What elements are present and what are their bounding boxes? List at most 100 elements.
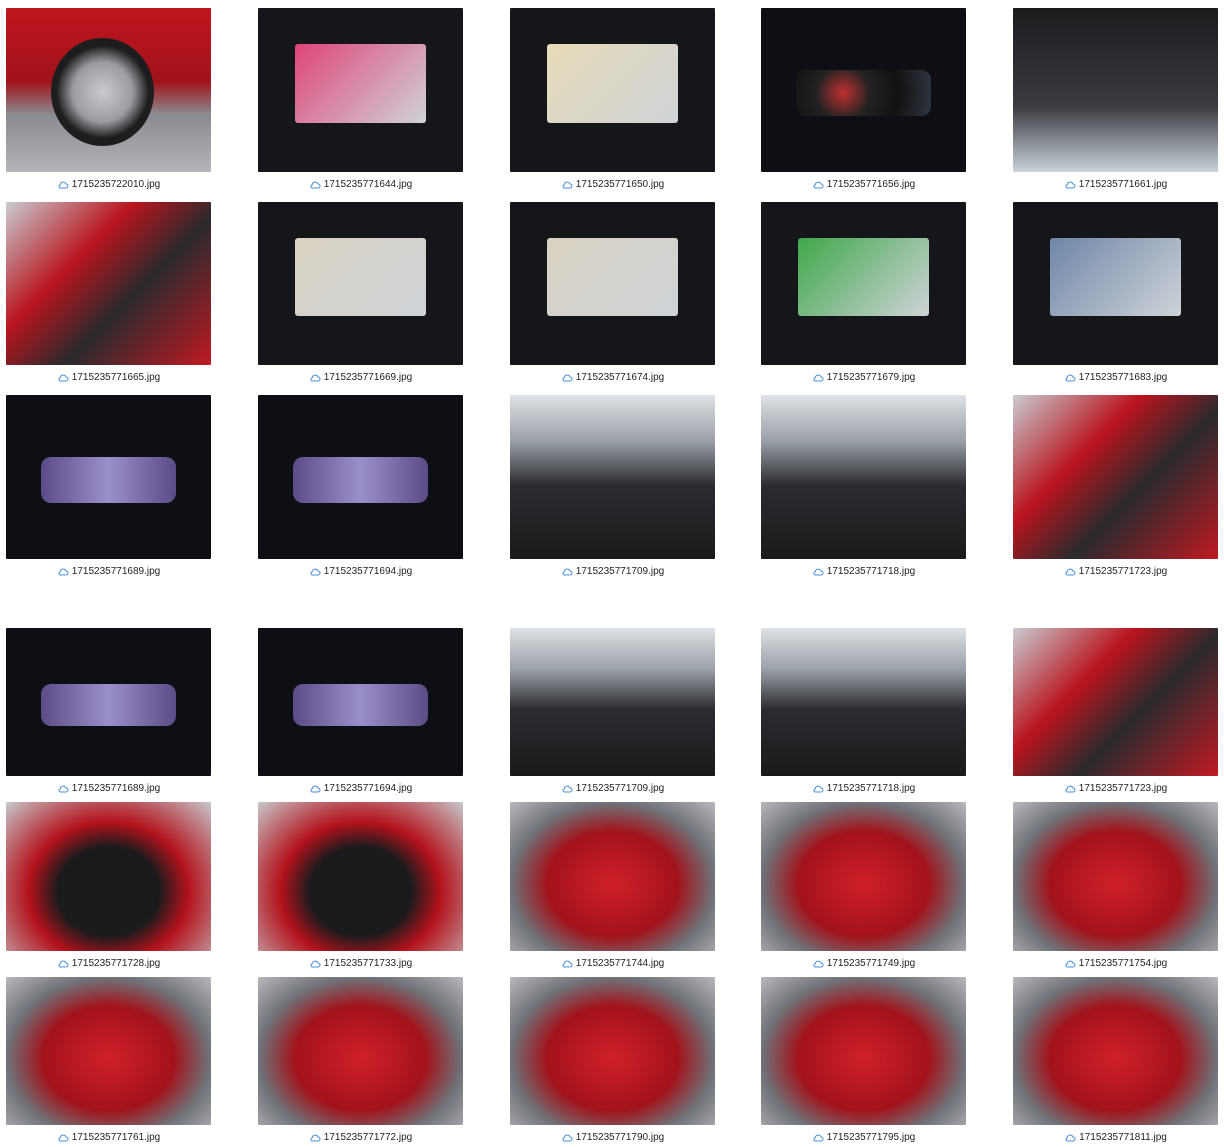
thumbnail-tile[interactable]: 1715235771723.jpg: [1013, 395, 1218, 581]
thumbnail-image[interactable]: [761, 202, 966, 365]
thumbnail-image[interactable]: [1013, 802, 1218, 951]
thumbnail-image[interactable]: [510, 802, 715, 951]
thumbnail-caption[interactable]: 1715235771811.jpg: [1013, 1132, 1218, 1143]
thumbnail-tile[interactable]: 1715235771754.jpg: [1013, 802, 1218, 973]
thumbnail-image[interactable]: [6, 202, 211, 365]
thumbnail-caption[interactable]: 1715235771694.jpg: [258, 783, 463, 794]
thumbnail-tile[interactable]: 1715235771728.jpg: [6, 802, 211, 973]
thumbnail-image[interactable]: [510, 977, 715, 1125]
thumbnail-caption[interactable]: 1715235771709.jpg: [510, 783, 715, 794]
thumbnail-image[interactable]: [1013, 395, 1218, 559]
thumbnail-caption[interactable]: 1715235771718.jpg: [761, 783, 966, 794]
thumbnail-tile[interactable]: 1715235771744.jpg: [510, 802, 715, 973]
thumbnail-image[interactable]: [510, 628, 715, 776]
thumbnail-tile[interactable]: 1715235771669.jpg: [258, 202, 463, 387]
thumbnail-caption[interactable]: 1715235771665.jpg: [6, 372, 211, 383]
thumbnail-caption[interactable]: 1715235771772.jpg: [258, 1132, 463, 1143]
thumbnail-tile[interactable]: 1715235771694.jpg: [258, 395, 463, 581]
thumbnail-tile[interactable]: 1715235771644.jpg: [258, 8, 463, 194]
thumbnail-tile[interactable]: 1715235771656.jpg: [761, 8, 966, 194]
thumbnail-caption[interactable]: 1715235771790.jpg: [510, 1132, 715, 1143]
thumbnail-caption[interactable]: 1715235771709.jpg: [510, 566, 715, 577]
thumbnail-tile[interactable]: 1715235771761.jpg: [6, 977, 211, 1147]
thumbnail-caption[interactable]: 1715235771674.jpg: [510, 372, 715, 383]
thumbnail-caption[interactable]: 1715235771723.jpg: [1013, 566, 1218, 577]
instrument-cluster-graphic: [40, 684, 177, 726]
thumbnail-caption[interactable]: 1715235771656.jpg: [761, 179, 966, 190]
thumbnail-caption[interactable]: 1715235771661.jpg: [1013, 179, 1218, 190]
thumbnail-image[interactable]: [258, 395, 463, 559]
thumbnail-image[interactable]: [1013, 8, 1218, 172]
thumbnail-image[interactable]: [258, 628, 463, 776]
file-name: 1715235771728.jpg: [71, 958, 161, 969]
thumbnail-image[interactable]: [1013, 977, 1218, 1125]
thumbnail-caption[interactable]: 1715235771795.jpg: [761, 1132, 966, 1143]
cloud-icon: [309, 1134, 321, 1142]
thumbnail-tile[interactable]: 1715235771709.jpg: [510, 628, 715, 798]
thumbnail-image[interactable]: [761, 628, 966, 776]
thumbnail-image[interactable]: [258, 202, 463, 365]
cloud-icon: [812, 181, 824, 189]
cloud-icon: [309, 960, 321, 968]
thumbnail-image[interactable]: [1013, 202, 1218, 365]
thumbnail-caption[interactable]: 1715235722010.jpg: [6, 179, 211, 190]
thumbnail-tile[interactable]: 1715235771689.jpg: [6, 395, 211, 581]
thumbnail-image[interactable]: [258, 8, 463, 172]
thumbnail-caption[interactable]: 1715235771644.jpg: [258, 179, 463, 190]
thumbnail-tile[interactable]: 1715235771674.jpg: [510, 202, 715, 387]
thumbnail-image[interactable]: [510, 395, 715, 559]
thumbnail-caption[interactable]: 1715235771749.jpg: [761, 958, 966, 969]
thumbnail-caption[interactable]: 1715235771689.jpg: [6, 783, 211, 794]
thumbnail-image[interactable]: [761, 8, 966, 172]
thumbnail-tile[interactable]: 1715235771790.jpg: [510, 977, 715, 1147]
thumbnail-caption[interactable]: 1715235771683.jpg: [1013, 372, 1218, 383]
thumbnail-image[interactable]: [510, 202, 715, 365]
thumbnail-image[interactable]: [258, 977, 463, 1125]
thumbnail-tile[interactable]: 1715235771709.jpg: [510, 395, 715, 581]
file-name: 1715235771683.jpg: [1078, 372, 1168, 383]
thumbnail-tile[interactable]: 1715235771661.jpg: [1013, 8, 1218, 194]
thumbnail-image[interactable]: [761, 802, 966, 951]
thumbnail-tile[interactable]: 1715235771811.jpg: [1013, 977, 1218, 1147]
thumbnail-tile[interactable]: 1715235771795.jpg: [761, 977, 966, 1147]
file-name: 1715235771661.jpg: [1078, 179, 1168, 190]
thumbnail-caption[interactable]: 1715235771679.jpg: [761, 372, 966, 383]
thumbnail-caption[interactable]: 1715235771694.jpg: [258, 566, 463, 577]
thumbnail-caption[interactable]: 1715235771689.jpg: [6, 566, 211, 577]
thumbnail-caption[interactable]: 1715235771723.jpg: [1013, 783, 1218, 794]
thumbnail-caption[interactable]: 1715235771718.jpg: [761, 566, 966, 577]
thumbnail-tile[interactable]: 1715235771650.jpg: [510, 8, 715, 194]
thumbnail-caption[interactable]: 1715235771754.jpg: [1013, 958, 1218, 969]
thumbnail-tile[interactable]: 1715235722010.jpg: [6, 8, 211, 194]
thumbnail-image[interactable]: [6, 802, 211, 951]
thumbnail-tile[interactable]: 1715235771733.jpg: [258, 802, 463, 973]
thumbnail-image[interactable]: [6, 628, 211, 776]
thumbnail-caption[interactable]: 1715235771650.jpg: [510, 179, 715, 190]
thumbnail-tile[interactable]: 1715235771679.jpg: [761, 202, 966, 387]
thumbnail-image[interactable]: [510, 8, 715, 172]
thumbnail-caption[interactable]: 1715235771733.jpg: [258, 958, 463, 969]
thumbnail-tile[interactable]: 1715235771694.jpg: [258, 628, 463, 798]
thumbnail-tile[interactable]: 1715235771689.jpg: [6, 628, 211, 798]
thumbnail-image[interactable]: [1013, 628, 1218, 776]
thumbnail-image[interactable]: [761, 395, 966, 559]
thumbnail-caption[interactable]: 1715235771669.jpg: [258, 372, 463, 383]
thumbnail-caption[interactable]: 1715235771744.jpg: [510, 958, 715, 969]
thumbnail-caption[interactable]: 1715235771761.jpg: [6, 1132, 211, 1143]
file-name: 1715235771733.jpg: [323, 958, 413, 969]
cloud-icon: [309, 785, 321, 793]
thumbnail-tile[interactable]: 1715235771665.jpg: [6, 202, 211, 387]
thumbnail-image[interactable]: [258, 802, 463, 951]
thumbnail-tile[interactable]: 1715235771718.jpg: [761, 395, 966, 581]
thumbnail-tile[interactable]: 1715235771723.jpg: [1013, 628, 1218, 798]
thumbnail-tile[interactable]: 1715235771772.jpg: [258, 977, 463, 1147]
thumbnail-caption[interactable]: 1715235771728.jpg: [6, 958, 211, 969]
thumbnail-image[interactable]: [761, 977, 966, 1125]
thumbnail-tile[interactable]: 1715235771749.jpg: [761, 802, 966, 973]
thumbnail-image[interactable]: [6, 8, 211, 172]
cloud-icon: [812, 960, 824, 968]
thumbnail-image[interactable]: [6, 977, 211, 1125]
thumbnail-image[interactable]: [6, 395, 211, 559]
thumbnail-tile[interactable]: 1715235771718.jpg: [761, 628, 966, 798]
thumbnail-tile[interactable]: 1715235771683.jpg: [1013, 202, 1218, 387]
